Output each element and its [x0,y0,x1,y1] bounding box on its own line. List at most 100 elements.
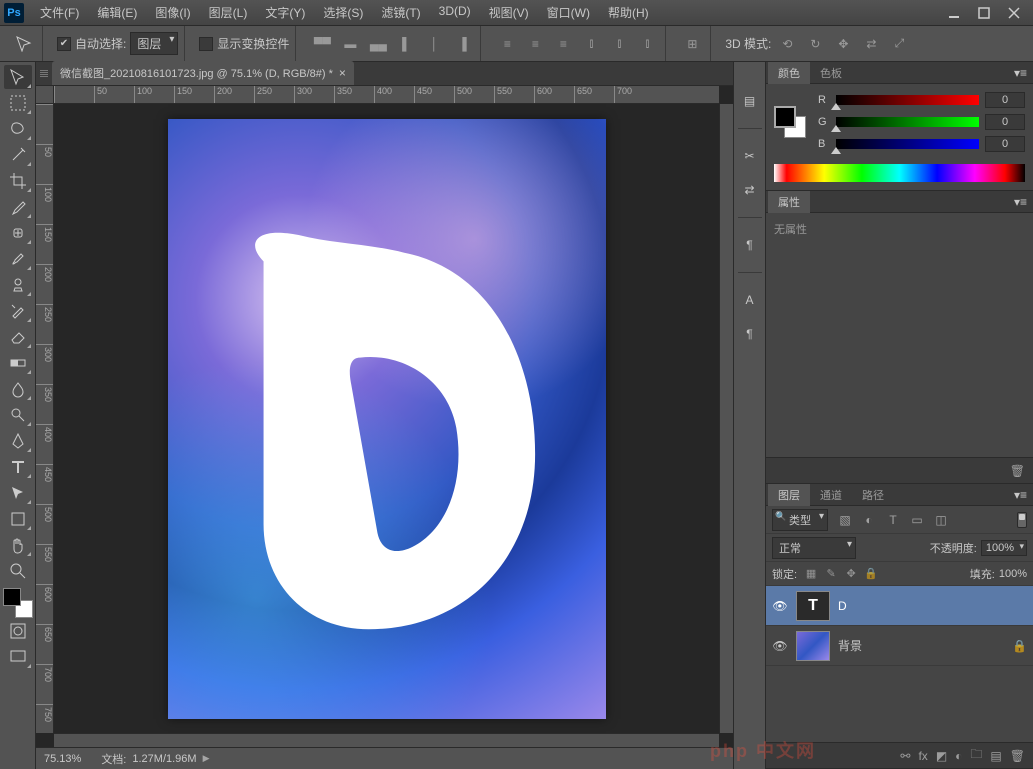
window-minimize[interactable] [939,3,969,23]
document-tab[interactable]: 微信截图_20210816101723.jpg @ 75.1% (D, RGB/… [52,61,354,85]
layer-row[interactable]: 👁 背景 🔒 [766,626,1033,666]
auto-select-target[interactable]: 图层 [130,32,178,55]
new-layer-icon[interactable]: ▤ [990,749,1001,763]
foreground-swatch[interactable] [3,588,21,606]
magic-wand-tool[interactable] [4,143,32,167]
tab-properties[interactable]: 属性 [768,191,810,213]
tabs-handle-icon[interactable] [40,70,48,77]
g-value[interactable]: 0 [985,114,1025,130]
path-select-tool[interactable] [4,481,32,505]
shape-tool[interactable] [4,507,32,531]
filter-pixel-icon[interactable]: ▧ [836,511,854,529]
panel-menu-icon[interactable]: ▾≡ [1010,488,1031,502]
menu-help[interactable]: 帮助(H) [600,0,657,25]
3d-scale-icon[interactable]: ⤢ [887,32,911,56]
status-zoom[interactable]: 75.13% [44,753,81,765]
ruler-horizontal[interactable]: 5010015020025030035040045050055060065070… [54,86,719,104]
tab-close-icon[interactable]: × [339,66,346,80]
menu-filter[interactable]: 滤镜(T) [373,0,428,25]
pen-tool[interactable] [4,429,32,453]
auto-select-checkbox[interactable] [57,37,71,51]
tab-swatches[interactable]: 色板 [810,62,852,84]
menu-layer[interactable]: 图层(L) [201,0,256,25]
ruler-origin[interactable] [36,86,54,104]
auto-align-icon[interactable]: ⊞ [680,32,704,56]
stamp-tool[interactable] [4,273,32,297]
r-value[interactable]: 0 [985,92,1025,108]
menu-window[interactable]: 窗口(W) [539,0,598,25]
layer-lock-icon[interactable]: 🔒 [1012,639,1027,653]
crop-tool[interactable] [4,169,32,193]
properties-trash-icon[interactable]: 🗑 [1010,464,1025,478]
canvas-viewport[interactable]: 5010015020025030035040045050055060065070… [36,86,733,747]
adjustment-layer-icon[interactable]: ◐ [955,749,962,763]
menu-edit[interactable]: 编辑(E) [89,0,145,25]
quick-mask-tool[interactable] [4,619,32,643]
scrollbar-vertical[interactable] [719,104,733,733]
link-layers-icon[interactable]: ⚯ [900,749,910,763]
styles-panel-icon[interactable]: ¶ [737,321,763,347]
hand-tool[interactable] [4,533,32,557]
character-panel-icon[interactable]: ✂ [737,143,763,169]
panel-color-swatches[interactable] [774,106,806,138]
zoom-tool[interactable] [4,559,32,583]
layer-visibility-icon[interactable]: 👁 [772,639,788,653]
paragraph-panel-icon[interactable]: ¶ [737,232,763,258]
filter-type-icon[interactable]: T [884,511,902,529]
menu-select[interactable]: 选择(S) [315,0,371,25]
lock-pixels-icon[interactable]: ✎ [823,567,839,580]
layer-visibility-icon[interactable]: 👁 [772,599,788,613]
lock-position-icon[interactable]: ✥ [843,567,859,580]
ruler-vertical[interactable]: 5010015020025030035040045050055060065070… [36,104,54,733]
layer-thumb-text[interactable]: T [796,591,830,621]
healing-tool[interactable] [4,221,32,245]
align-right-icon[interactable]: ▐ [450,32,474,56]
canvas[interactable] [168,119,606,719]
show-transform-checkbox[interactable] [199,37,213,51]
history-panel-icon[interactable]: ▤ [737,88,763,114]
color-spectrum[interactable] [774,164,1025,182]
layer-thumb-image[interactable] [796,631,830,661]
color-swatches[interactable] [3,588,33,618]
3d-orbit-icon[interactable]: ⟲ [775,32,799,56]
window-close[interactable] [999,3,1029,23]
lock-all-icon[interactable]: 🔒 [863,567,879,580]
fill-value[interactable]: 100% [999,568,1027,580]
layer-name[interactable]: D [838,599,847,613]
blur-tool[interactable] [4,377,32,401]
brush-tool[interactable] [4,247,32,271]
delete-layer-icon[interactable]: 🗑 [1010,749,1025,763]
gradient-tool[interactable] [4,351,32,375]
dodge-tool[interactable] [4,403,32,427]
menu-type[interactable]: 文字(Y) [257,0,313,25]
3d-slide-icon[interactable]: ⇄ [859,32,883,56]
distribute-vcenter-icon[interactable]: ≡ [523,32,547,56]
layer-style-icon[interactable]: fx [918,749,927,763]
window-maximize[interactable] [969,3,999,23]
distribute-left-icon[interactable]: ⫾ [579,32,603,56]
layer-filter-toggle[interactable] [1017,512,1027,528]
blend-mode-dropdown[interactable]: 正常 [772,537,856,559]
menu-3d[interactable]: 3D(D) [431,0,479,25]
type-tool[interactable] [4,455,32,479]
layer-name[interactable]: 背景 [838,637,862,654]
tab-paths[interactable]: 路径 [852,484,894,506]
align-left-icon[interactable]: ▌ [394,32,418,56]
scrollbar-horizontal[interactable] [54,733,719,747]
align-hcenter-icon[interactable]: │ [422,32,446,56]
lasso-tool[interactable] [4,117,32,141]
status-menu-icon[interactable]: ▶ [203,753,210,764]
lock-transparent-icon[interactable]: ▦ [803,567,819,580]
filter-adjust-icon[interactable]: ◐ [860,511,878,529]
distribute-bottom-icon[interactable]: ≡ [551,32,575,56]
menu-file[interactable]: 文件(F) [32,0,87,25]
screen-mode-tool[interactable] [4,645,32,669]
tab-color[interactable]: 颜色 [768,62,810,84]
b-value[interactable]: 0 [985,136,1025,152]
filter-smart-icon[interactable]: ◫ [932,511,950,529]
eyedropper-tool[interactable] [4,195,32,219]
move-tool[interactable] [4,65,32,89]
opacity-value[interactable]: 100% [981,540,1027,556]
menu-image[interactable]: 图像(I) [147,0,198,25]
history-brush-tool[interactable] [4,299,32,323]
